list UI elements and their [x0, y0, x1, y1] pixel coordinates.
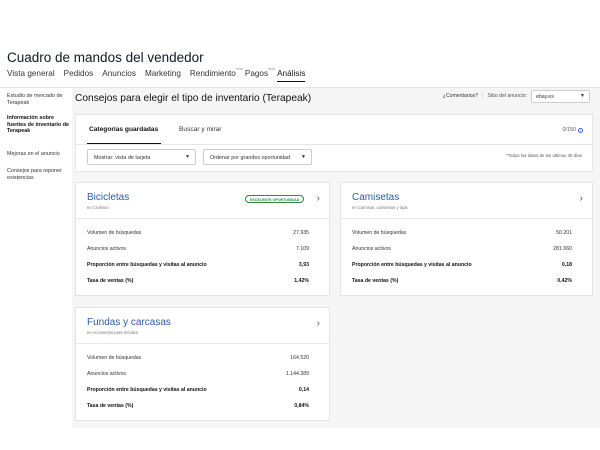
tab-categorias-guardadas[interactable]: Categorías guardadas: [89, 126, 158, 133]
metric-label: Tasa de ventas (%): [87, 278, 134, 284]
counter-text: 0/150: [562, 127, 577, 133]
card-divider: [341, 218, 592, 219]
separator: |: [482, 93, 484, 99]
chevron-right-icon[interactable]: ›: [317, 193, 320, 204]
beta-label: beta: [267, 67, 276, 71]
chevron-right-icon[interactable]: ›: [580, 193, 583, 204]
nav-label: Marketing: [144, 69, 181, 78]
metric-row: Proporción entre búsquedas y visitas al …: [352, 262, 572, 271]
sidebar-item-reponer-existencias[interactable]: Consejos para reponer existencias: [7, 168, 69, 181]
metric-label: Proporción entre búsquedas y visitas al …: [87, 387, 207, 393]
metric-label: Tasa de ventas (%): [352, 278, 399, 284]
nav-tab-analisis[interactable]: Análisis: [277, 68, 306, 82]
info-icon[interactable]: i: [578, 127, 583, 133]
site-label: Sitio del anuncio:: [487, 93, 527, 99]
metric-label: Volumen de búsquedas: [87, 230, 142, 236]
metric-label: Proporción entre búsquedas y visitas al …: [352, 262, 472, 268]
metric-row: Proporción entre búsquedas y visitas al …: [87, 387, 309, 396]
metric-value: 164.520: [290, 355, 309, 361]
metric-label: Anuncios activos: [87, 371, 126, 377]
saved-counter: 0/150 i: [562, 127, 583, 133]
nav-tab-marketing[interactable]: Marketing: [145, 68, 181, 88]
tabs-divider: [76, 144, 592, 145]
metric-value: 50.201: [556, 230, 572, 236]
metric-row: Tasa de ventas (%) 0,84%: [87, 403, 309, 412]
metric-row: Proporción entre búsquedas y visitas al …: [87, 262, 309, 271]
metric-label: Tasa de ventas (%): [87, 403, 134, 409]
view-dropdown-value: Mostrar: vista de tarjeta: [94, 154, 151, 161]
nav-label: Pagos: [244, 69, 269, 78]
dashboard-header: Cuadro de mandos del vendedor Vista gene…: [0, 46, 600, 88]
metric-row: Anuncios activos 1.144.389: [87, 371, 309, 380]
site-select[interactable]: ebay.es ▼: [531, 89, 590, 103]
metric-label: Volumen de búsquedas: [352, 230, 407, 236]
nav-tab-pedidos[interactable]: Pedidos: [64, 68, 94, 88]
metric-value: 0,18: [561, 262, 572, 268]
tab-buscar-y-mirar[interactable]: Buscar y mirar: [179, 126, 222, 133]
card-subtitle: en Accesorios para móviles: [87, 330, 138, 335]
metric-value: 1,42%: [294, 278, 309, 284]
sort-dropdown-value: Ordenar por grandes oportunidad: [210, 154, 291, 161]
nav-label: Pedidos: [63, 69, 94, 78]
nav-label: Anuncios: [102, 69, 136, 78]
sort-dropdown[interactable]: Ordenar por grandes oportunidad ▼: [203, 149, 312, 165]
page-title: Cuadro de mandos del vendedor: [7, 50, 204, 65]
sidebar-item-mejoras-anuncio[interactable]: Mejoras en el anuncio: [7, 151, 69, 158]
metric-label: Proporción entre búsquedas y visitas al …: [87, 262, 207, 268]
metric-value: 0,84%: [294, 403, 309, 409]
card-title-link[interactable]: Bicicletas: [87, 192, 129, 203]
metric-label: Anuncios activos: [352, 246, 391, 252]
nav-tab-vista-general[interactable]: Vista general: [7, 68, 55, 88]
metric-label: Volumen de búsquedas: [87, 355, 142, 361]
chevron-down-icon: ▼: [301, 154, 306, 160]
nav-label: Análisis: [277, 69, 306, 78]
metric-label: Anuncios activos: [87, 246, 126, 252]
comments-link[interactable]: ¿Comentarios?: [443, 93, 478, 99]
dashboard-body: Estudio de mercado de Terapeak Informaci…: [0, 88, 600, 428]
beta-label: beta: [235, 67, 243, 71]
metric-value: 281.060: [553, 246, 572, 252]
site-controls: ¿Comentarios? | Sitio del anuncio: ebay.…: [443, 88, 590, 104]
main-nav: Vista general Pedidos Anuncios Marketing…: [7, 67, 314, 88]
chevron-down-icon: ▼: [185, 154, 190, 160]
metric-row: Tasa de ventas (%) 1,42%: [87, 278, 309, 287]
nav-label: Rendimiento: [189, 69, 236, 78]
nav-tab-rendimiento[interactable]: Rendimiento beta: [189, 67, 243, 88]
metric-row: Volumen de búsquedas 27.935: [87, 230, 309, 239]
nav-tab-pagos[interactable]: Pagos beta: [244, 67, 275, 88]
card-title-link[interactable]: Fundas y carcasas: [87, 317, 171, 328]
chevron-down-icon: ▼: [580, 92, 585, 99]
sidebar-item-fuentes-inventario[interactable]: Información sobre fuentes de inventario …: [7, 115, 69, 135]
metric-value: 1.144.389: [285, 371, 309, 377]
metric-row: Volumen de búsquedas 164.520: [87, 355, 309, 364]
category-card: Camisetas en Camisas, camisetas y tops ›…: [340, 182, 593, 296]
content-title: Consejos para elegir el tipo de inventar…: [75, 93, 312, 104]
metric-value: 0,42%: [557, 278, 572, 284]
site-select-value: ebay.es: [536, 93, 554, 100]
metric-value: 3,93: [298, 262, 309, 268]
metric-row: Anuncios activos 7.109: [87, 246, 309, 255]
card-subtitle: en Ciclismo: [87, 205, 109, 210]
data-period-note: *Todos los datos de los últimos 30 días: [506, 153, 582, 158]
filter-panel: Categorías guardadas Buscar y mirar 0/15…: [75, 114, 593, 172]
chevron-right-icon[interactable]: ›: [317, 318, 320, 329]
metric-row: Tasa de ventas (%) 0,42%: [352, 278, 572, 287]
card-divider: [76, 343, 329, 344]
card-subtitle: en Camisas, camisetas y tops: [352, 205, 408, 210]
metric-value: 27.935: [293, 230, 309, 236]
nav-label: Vista general: [7, 69, 55, 78]
category-card: Bicicletas en Ciclismo EXCELENTE OPORTUN…: [75, 182, 330, 296]
metric-value: 7.109: [296, 246, 309, 252]
view-dropdown[interactable]: Mostrar: vista de tarjeta ▼: [87, 149, 196, 165]
nav-tab-anuncios[interactable]: Anuncios: [102, 68, 136, 88]
card-divider: [76, 218, 329, 219]
category-card: Fundas y carcasas en Accesorios para móv…: [75, 307, 330, 421]
sidebar-item-estudio-mercado[interactable]: Estudio de mercado de Terapeak: [7, 93, 69, 106]
card-title-link[interactable]: Camisetas: [352, 192, 399, 203]
sidebar: Estudio de mercado de Terapeak Informaci…: [0, 88, 72, 428]
opportunity-badge: EXCELENTE OPORTUNIDAD: [245, 195, 305, 203]
metric-row: Anuncios activos 281.060: [352, 246, 572, 255]
metric-row: Volumen de búsquedas 50.201: [352, 230, 572, 239]
metric-value: 0,14: [298, 387, 309, 393]
